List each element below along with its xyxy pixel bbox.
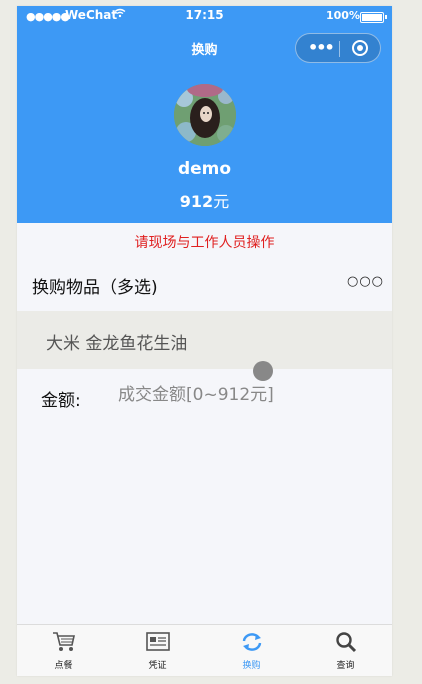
balance: 912元 (17, 188, 392, 212)
balance-unit: 元 (213, 192, 230, 211)
tab-label: 点餐 (54, 661, 73, 671)
username: demo (177, 159, 232, 179)
avatar (174, 84, 236, 146)
operation-notice: 请现场与工作人员操作 (134, 235, 275, 251)
section-title: 换购物品（多选) (32, 278, 158, 298)
mini-program-capsule: ••• (295, 33, 381, 63)
tab-label: 凭证 (148, 661, 167, 671)
selected-items-text: 大米 金龙鱼花生油 (46, 334, 188, 354)
tab-voucher[interactable]: 凭证 (111, 625, 204, 676)
more-dots-icon[interactable]: ••• (308, 38, 335, 57)
more-options-icon[interactable]: ○○○ (347, 274, 384, 289)
target-circle-icon[interactable] (352, 40, 368, 56)
tab-order[interactable]: 点餐 (17, 625, 110, 676)
amount-label: 金额: (41, 391, 81, 411)
shopping-cart-icon (52, 631, 76, 653)
voucher-icon (146, 631, 170, 653)
exchange-refresh-icon (240, 631, 264, 653)
tab-exchange[interactable]: 换购 (205, 625, 298, 676)
amount-input[interactable] (118, 381, 318, 409)
search-icon (334, 631, 358, 653)
capsule-divider (339, 41, 340, 57)
tab-query[interactable]: 查询 (299, 625, 392, 676)
tab-label: 换购 (242, 661, 261, 671)
balance-value: 912 (179, 192, 214, 211)
drag-handle[interactable] (253, 361, 273, 381)
header: ●●●●● WeChat 17:15 100% 换购 ••• demo 912元 (17, 6, 392, 223)
tab-bar: 点餐 凭证 换购 查询 (17, 624, 392, 676)
battery-percent: 100% (326, 9, 360, 22)
battery-icon (360, 12, 387, 23)
selected-items-bar[interactable]: 大米 金龙鱼花生油 (17, 311, 392, 369)
phone-screen: ●●●●● WeChat 17:15 100% 换购 ••• demo 912元… (17, 6, 392, 676)
tab-label: 查询 (336, 661, 355, 671)
status-bar: ●●●●● WeChat 17:15 100% (17, 6, 392, 26)
